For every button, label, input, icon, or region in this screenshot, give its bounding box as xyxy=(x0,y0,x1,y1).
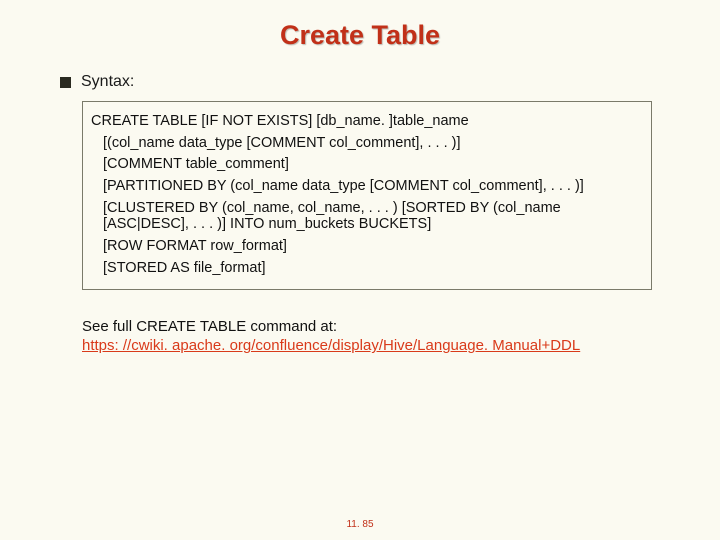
code-line: [STORED AS file_format] xyxy=(91,260,643,277)
see-text: See full CREATE TABLE command at: xyxy=(82,318,690,335)
code-line: [COMMENT table_comment] xyxy=(91,156,643,173)
page-number: 11. 85 xyxy=(0,519,720,530)
syntax-row: Syntax: xyxy=(60,73,690,91)
syntax-code-box: CREATE TABLE [IF NOT EXISTS] [db_name. ]… xyxy=(82,101,652,290)
code-line: [CLUSTERED BY (col_name, col_name, . . .… xyxy=(91,200,643,233)
code-line: CREATE TABLE [IF NOT EXISTS] [db_name. ]… xyxy=(91,113,643,130)
code-line: [(col_name data_type [COMMENT col_commen… xyxy=(91,135,643,152)
code-line: [ROW FORMAT row_format] xyxy=(91,238,643,255)
see-link[interactable]: https: //cwiki. apache. org/confluence/d… xyxy=(82,337,580,354)
syntax-label: Syntax: xyxy=(81,73,134,91)
code-line: [PARTITIONED BY (col_name data_type [COM… xyxy=(91,178,643,195)
bullet-icon xyxy=(60,77,71,88)
see-block: See full CREATE TABLE command at: https:… xyxy=(82,318,690,354)
page-title: Create Table xyxy=(30,20,690,51)
